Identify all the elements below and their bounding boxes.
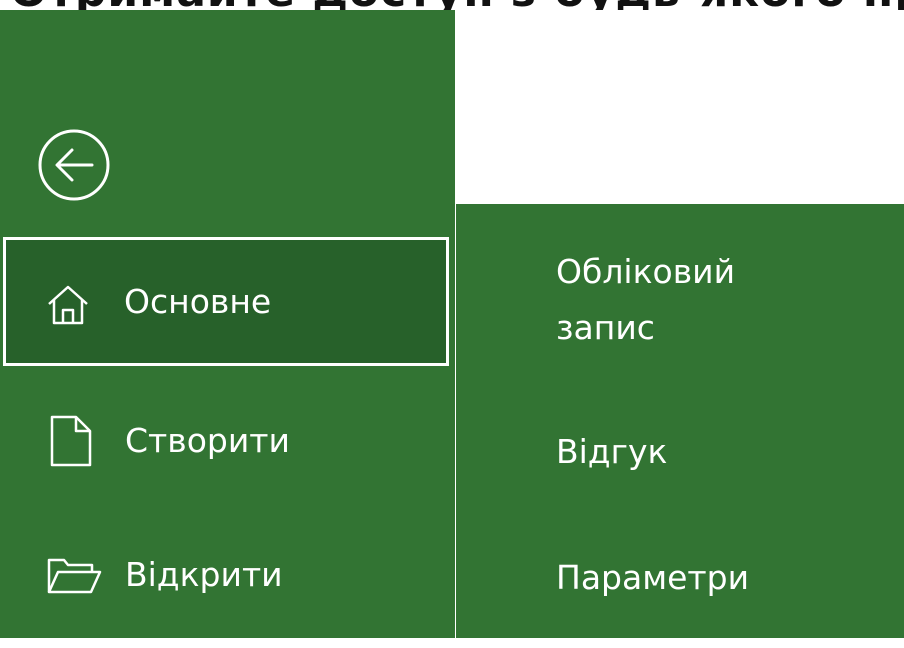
feedback-link[interactable]: Відгук: [556, 424, 667, 480]
backstage-sidebar: Основне Створити Відкрити: [0, 10, 455, 638]
clipped-header-text: Отримайте доступ з будь-якого пристрою: [10, 0, 904, 10]
home-icon: [48, 285, 88, 325]
sidebar-item-new[interactable]: Створити: [0, 377, 455, 505]
more-options-panel: Обліковий запис Відгук Параметри: [456, 204, 904, 638]
new-document-icon: [50, 415, 92, 467]
sidebar-item-label: Відкрити: [125, 555, 283, 594]
sidebar-item-label: Створити: [125, 421, 290, 460]
clipped-header: Отримайте доступ з будь-якого пристрою: [0, 0, 904, 10]
back-arrow-circle-icon: [38, 129, 110, 201]
back-button[interactable]: [36, 127, 112, 203]
account-link-line1: Обліковий: [556, 252, 736, 291]
sidebar-item-label: Основне: [124, 282, 272, 321]
office-backstage-view: Отримайте доступ з будь-якого пристрою О…: [0, 0, 904, 648]
sidebar-item-open[interactable]: Відкрити: [0, 510, 455, 638]
account-link-line2: запис: [556, 308, 655, 347]
open-folder-icon: [47, 558, 102, 594]
sidebar-item-home[interactable]: Основне: [3, 237, 449, 366]
account-link[interactable]: Обліковий запис: [556, 244, 735, 356]
options-link[interactable]: Параметри: [556, 550, 749, 606]
